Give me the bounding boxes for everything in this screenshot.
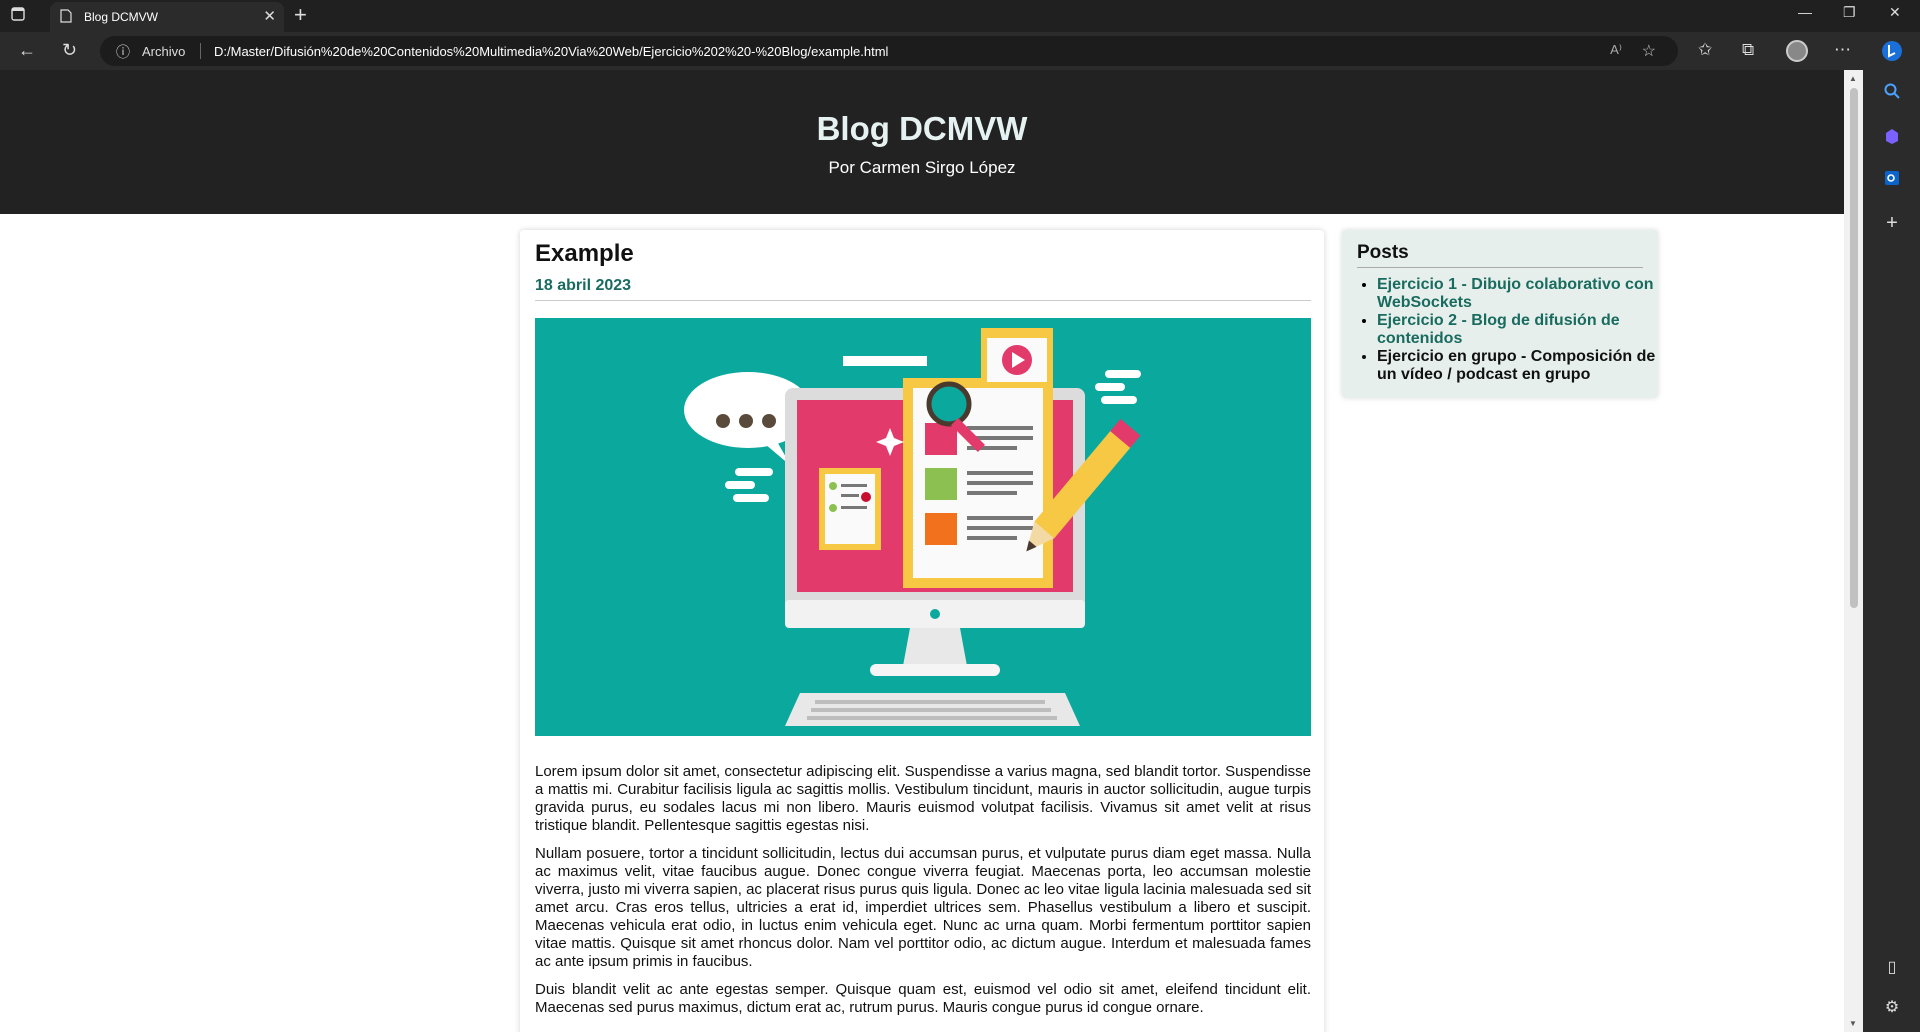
browser-tab[interactable]: Blog DCMVW ✕ bbox=[50, 2, 284, 32]
profile-avatar[interactable] bbox=[1786, 40, 1808, 62]
sidebar-divider bbox=[1357, 267, 1643, 268]
post-date: 18 abril 2023 bbox=[535, 277, 632, 294]
sidebar-layout-icon[interactable]: ▯ bbox=[1881, 957, 1903, 979]
scrollbar-thumb[interactable] bbox=[1850, 88, 1858, 608]
restore-icon[interactable]: ❐ bbox=[1843, 4, 1856, 21]
site-header: Blog DCMVW Por Carmen Sirgo López bbox=[0, 70, 1844, 214]
paragraph: Duis blandit velit ac ante egestas sempe… bbox=[535, 981, 1311, 1016]
paragraph: Lorem ipsum dolor sit amet, consectetur … bbox=[535, 763, 1311, 834]
tab-actions-icon[interactable] bbox=[10, 6, 36, 26]
tab-bar: Blog DCMVW ✕ + — ❐ ✕ bbox=[0, 0, 1920, 32]
refresh-icon[interactable]: ↻ bbox=[62, 40, 77, 61]
post-link-ejercicio-2[interactable]: Ejercicio 2 - Blog de difusión de conten… bbox=[1377, 312, 1620, 347]
shopping-icon[interactable] bbox=[1881, 127, 1903, 149]
sidebar-heading: Posts bbox=[1357, 242, 1409, 263]
info-icon[interactable]: ⓘ bbox=[116, 42, 130, 62]
url-text[interactable]: D:/Master/Difusión%20de%20Contenidos%20M… bbox=[214, 44, 888, 59]
outlook-icon[interactable] bbox=[1881, 169, 1903, 191]
navigation-bar: ← ↻ ⓘ Archivo D:/Master/Difusión%20de%20… bbox=[0, 32, 1920, 70]
more-options-icon[interactable]: ⋯ bbox=[1834, 40, 1851, 60]
site-title: Blog DCMVW bbox=[816, 110, 1028, 147]
favorites-icon[interactable]: ✩ bbox=[1698, 40, 1712, 60]
new-tab-icon[interactable]: + bbox=[294, 2, 307, 28]
list-item-current: Ejercicio en grupo - Composición de un v… bbox=[1377, 348, 1667, 384]
edge-sidebar: + ▯ ⚙ bbox=[1863, 32, 1920, 1032]
tab-title: Blog DCMVW bbox=[84, 10, 159, 24]
list-item: Ejercicio 1 - Dibujo colaborativo con We… bbox=[1377, 276, 1667, 312]
close-window-icon[interactable]: ✕ bbox=[1889, 4, 1901, 21]
close-tab-icon[interactable]: ✕ bbox=[263, 7, 276, 25]
post-divider bbox=[535, 300, 1311, 301]
minimize-icon[interactable]: — bbox=[1798, 4, 1812, 20]
add-favorite-icon[interactable]: ☆ bbox=[1642, 41, 1656, 61]
paragraph: Nullam posuere, tortor a tincidunt solli… bbox=[535, 845, 1311, 970]
post-link-ejercicio-1[interactable]: Ejercicio 1 - Dibujo colaborativo con We… bbox=[1377, 276, 1654, 311]
scroll-down-icon[interactable]: ▼ bbox=[1849, 1019, 1857, 1028]
divider bbox=[200, 43, 201, 59]
post-article: Example 18 abril 2023 Lorem ipsum dolor … bbox=[520, 230, 1324, 1032]
vertical-scrollbar[interactable]: ▲ ▼ bbox=[1844, 70, 1863, 1032]
post-body: Lorem ipsum dolor sit amet, consectetur … bbox=[535, 763, 1311, 1027]
site-byline: Por Carmen Sirgo López bbox=[828, 158, 1016, 177]
list-item: Ejercicio 2 - Blog de difusión de conten… bbox=[1377, 312, 1667, 348]
post-hero-image bbox=[535, 318, 1311, 736]
read-aloud-icon[interactable]: A⁾ bbox=[1610, 42, 1622, 58]
scheme-label: Archivo bbox=[142, 44, 186, 59]
page-viewport: Blog DCMVW Por Carmen Sirgo López Exampl… bbox=[0, 70, 1844, 1032]
post-title: Example bbox=[535, 240, 634, 267]
back-icon[interactable]: ← bbox=[18, 40, 36, 61]
page-icon bbox=[60, 9, 72, 26]
posts-sidebar: Posts Ejercicio 1 - Dibujo colaborativo … bbox=[1342, 230, 1658, 398]
bing-copilot-icon[interactable] bbox=[1881, 40, 1903, 62]
collections-icon[interactable]: ⧉ bbox=[1742, 40, 1754, 60]
scroll-up-icon[interactable]: ▲ bbox=[1849, 74, 1857, 83]
posts-list: Ejercicio 1 - Dibujo colaborativo con We… bbox=[1357, 276, 1667, 384]
search-icon[interactable] bbox=[1881, 82, 1903, 104]
add-icon[interactable]: + bbox=[1881, 212, 1903, 234]
address-bar[interactable]: ⓘ Archivo D:/Master/Difusión%20de%20Cont… bbox=[100, 36, 1678, 66]
settings-gear-icon[interactable]: ⚙ bbox=[1881, 997, 1903, 1019]
